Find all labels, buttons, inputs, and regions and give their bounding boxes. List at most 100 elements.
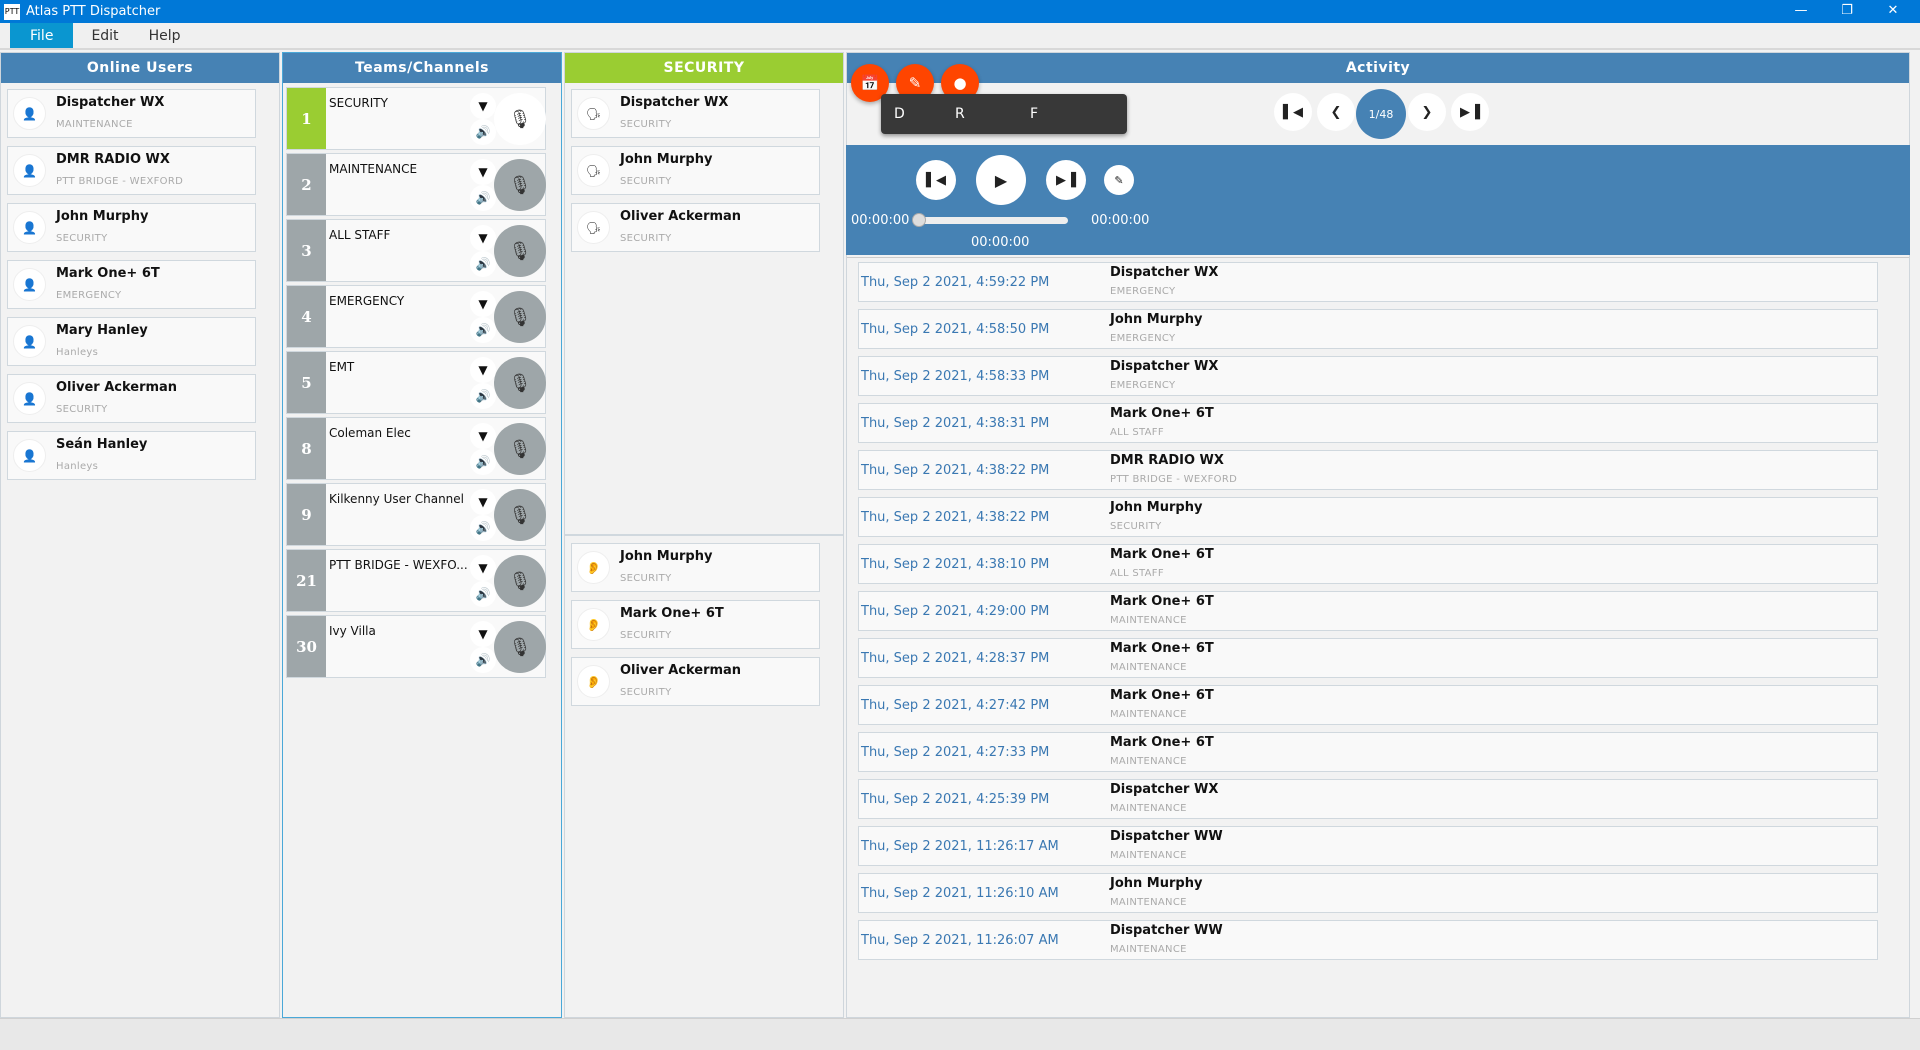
- volume-button[interactable]: 🔊: [470, 317, 496, 343]
- filter-button[interactable]: ▼: [470, 489, 496, 515]
- menu-edit[interactable]: Edit: [79, 23, 130, 48]
- listener-card[interactable]: 👂 John Murphy SECURITY: [571, 543, 820, 592]
- progress-slider[interactable]: [912, 213, 1068, 227]
- volume-button[interactable]: 🔊: [470, 251, 496, 277]
- activity-time: Thu, Sep 2 2021, 4:38:31 PM: [861, 416, 1050, 431]
- prev-page-button[interactable]: ❮: [1317, 93, 1355, 131]
- volume-button[interactable]: 🔊: [470, 383, 496, 409]
- channel-row[interactable]: 21 PTT BRIDGE - WEXFO... ▼ 🔊 🎙: [286, 549, 546, 612]
- volume-button[interactable]: 🔊: [470, 647, 496, 673]
- volume-button[interactable]: 🔊: [470, 515, 496, 541]
- activity-row[interactable]: Thu, Sep 2 2021, 4:27:42 PM Mark One+ 6T M…: [858, 685, 1878, 725]
- filter-button[interactable]: ▼: [470, 555, 496, 581]
- channel-row[interactable]: 4 EMERGENCY ▼ 🔊 🎙: [286, 285, 546, 348]
- talker-card[interactable]: 🗣 John Murphy SECURITY: [571, 146, 820, 195]
- restore-button[interactable]: ❐: [1824, 0, 1870, 23]
- activity-row[interactable]: Thu, Sep 2 2021, 4:27:33 PM Mark One+ 6T M…: [858, 732, 1878, 772]
- filter-icon: ▼: [478, 627, 488, 641]
- volume-button[interactable]: 🔊: [470, 119, 496, 145]
- volume-button[interactable]: 🔊: [470, 581, 496, 607]
- activity-group: ALL STAFF: [1110, 568, 1164, 579]
- activity-row[interactable]: Thu, Sep 2 2021, 4:25:39 PM Dispatcher WX…: [858, 779, 1878, 819]
- person-icon: 👤: [22, 334, 37, 349]
- skip-back-button[interactable]: ▌◀: [916, 160, 956, 200]
- activity-row[interactable]: Thu, Sep 2 2021, 4:38:22 PM John Murphy SE…: [858, 497, 1878, 537]
- channel-number: 8: [287, 418, 326, 479]
- microphone-icon: 🎙: [508, 504, 532, 526]
- avatar: 👤: [13, 211, 46, 244]
- user-group: Hanleys: [56, 461, 99, 472]
- ptt-mic-button[interactable]: 🎙: [494, 225, 546, 277]
- person-icon: ●: [953, 74, 967, 92]
- tooltip-f: F: [1030, 106, 1039, 122]
- activity-row[interactable]: Thu, Sep 2 2021, 4:28:37 PM Mark One+ 6T M…: [858, 638, 1878, 678]
- user-card[interactable]: 👤 John Murphy SECURITY: [7, 203, 256, 252]
- user-card[interactable]: 👤 Dispatcher WX MAINTENANCE: [7, 89, 256, 138]
- volume-button[interactable]: 🔊: [470, 449, 496, 475]
- user-card[interactable]: 👤 DMR RADIO WX PTT BRIDGE - WEXFORD: [7, 146, 256, 195]
- activity-row[interactable]: Thu, Sep 2 2021, 4:58:50 PM John Murphy EM…: [858, 309, 1878, 349]
- edit-recording-button[interactable]: ✎: [1104, 165, 1134, 195]
- first-page-button[interactable]: ▌◀: [1274, 93, 1312, 131]
- channel-row[interactable]: 2 MAINTENANCE ▼ 🔊 🎙: [286, 153, 546, 216]
- slider-knob[interactable]: [912, 213, 926, 227]
- play-button[interactable]: ▶: [976, 155, 1026, 205]
- filter-button[interactable]: ▼: [470, 291, 496, 317]
- activity-row[interactable]: Thu, Sep 2 2021, 11:26:10 AM John Murphy M…: [858, 873, 1878, 913]
- last-page-button[interactable]: ▶▐: [1451, 93, 1489, 131]
- ptt-mic-button[interactable]: 🎙: [494, 489, 546, 541]
- user-card[interactable]: 👤 Oliver Ackerman SECURITY: [7, 374, 256, 423]
- listener-card[interactable]: 👂 Oliver Ackerman SECURITY: [571, 657, 820, 706]
- activity-row[interactable]: Thu, Sep 2 2021, 4:38:10 PM Mark One+ 6T A…: [858, 544, 1878, 584]
- minimize-button[interactable]: —: [1778, 0, 1824, 23]
- activity-row[interactable]: Thu, Sep 2 2021, 11:26:17 AM Dispatcher W…: [858, 826, 1878, 866]
- activity-user: DMR RADIO WX: [1110, 453, 1224, 468]
- filter-button[interactable]: ▼: [470, 159, 496, 185]
- channel-row[interactable]: 3 ALL STAFF ▼ 🔊 🎙: [286, 219, 546, 282]
- ptt-mic-button[interactable]: 🎙: [494, 423, 546, 475]
- ptt-mic-button[interactable]: 🎙: [494, 621, 546, 673]
- menu-help[interactable]: Help: [137, 23, 193, 48]
- activity-row[interactable]: Thu, Sep 2 2021, 4:38:31 PM Mark One+ 6T A…: [858, 403, 1878, 443]
- avatar: 👤: [13, 439, 46, 472]
- filter-button[interactable]: ▼: [470, 93, 496, 119]
- filter-button[interactable]: ▼: [470, 357, 496, 383]
- channel-row[interactable]: 30 Ivy Villa ▼ 🔊 🎙: [286, 615, 546, 678]
- activity-row[interactable]: Thu, Sep 2 2021, 4:29:00 PM Mark One+ 6T M…: [858, 591, 1878, 631]
- speaking-person-icon: 🗣: [585, 163, 602, 178]
- filter-button[interactable]: ▼: [470, 621, 496, 647]
- avatar: 👤: [13, 268, 46, 301]
- ptt-mic-button[interactable]: 🎙: [494, 93, 546, 145]
- ptt-mic-button[interactable]: 🎙: [494, 555, 546, 607]
- activity-group: ALL STAFF: [1110, 427, 1164, 438]
- filter-button[interactable]: ▼: [470, 225, 496, 251]
- volume-button[interactable]: 🔊: [470, 185, 496, 211]
- user-group: SECURITY: [620, 176, 672, 187]
- menu-file[interactable]: File: [10, 23, 74, 48]
- skip-forward-button[interactable]: ▶▐: [1046, 160, 1086, 200]
- filter-button[interactable]: ▼: [470, 423, 496, 449]
- close-button[interactable]: ✕: [1870, 0, 1916, 23]
- user-card[interactable]: 👤 Mark One+ 6T EMERGENCY: [7, 260, 256, 309]
- channel-row[interactable]: 9 Kilkenny User Channel ▼ 🔊 🎙: [286, 483, 546, 546]
- activity-row[interactable]: Thu, Sep 2 2021, 4:38:22 PM DMR RADIO WX P…: [858, 450, 1878, 490]
- activity-time: Thu, Sep 2 2021, 4:38:22 PM: [861, 510, 1050, 525]
- listener-card[interactable]: 👂 Mark One+ 6T SECURITY: [571, 600, 820, 649]
- channels-panel: Teams/Channels 1 SECURITY ▼ 🔊 🎙 2 MAINTENANCE ▼…: [282, 52, 562, 1018]
- user-name: John Murphy: [620, 152, 713, 167]
- user-card[interactable]: 👤 Mary Hanley Hanleys: [7, 317, 256, 366]
- channel-row[interactable]: 1 SECURITY ▼ 🔊 🎙: [286, 87, 546, 150]
- ptt-mic-button[interactable]: 🎙: [494, 159, 546, 211]
- ptt-mic-button[interactable]: 🎙: [494, 291, 546, 343]
- ptt-mic-button[interactable]: 🎙: [494, 357, 546, 409]
- activity-row[interactable]: Thu, Sep 2 2021, 11:26:07 AM Dispatcher W…: [858, 920, 1878, 960]
- channel-row[interactable]: 5 EMT ▼ 🔊 🎙: [286, 351, 546, 414]
- activity-row[interactable]: Thu, Sep 2 2021, 4:58:33 PM Dispatcher WX…: [858, 356, 1878, 396]
- activity-row[interactable]: Thu, Sep 2 2021, 4:59:22 PM Dispatcher WX…: [858, 262, 1878, 302]
- user-card[interactable]: 👤 Seán Hanley Hanleys: [7, 431, 256, 480]
- talker-card[interactable]: 🗣 Dispatcher WX SECURITY: [571, 89, 820, 138]
- channel-number: 1: [287, 88, 326, 149]
- next-page-button[interactable]: ❯: [1408, 93, 1446, 131]
- talker-card[interactable]: 🗣 Oliver Ackerman SECURITY: [571, 203, 820, 252]
- channel-row[interactable]: 8 Coleman Elec ▼ 🔊 🎙: [286, 417, 546, 480]
